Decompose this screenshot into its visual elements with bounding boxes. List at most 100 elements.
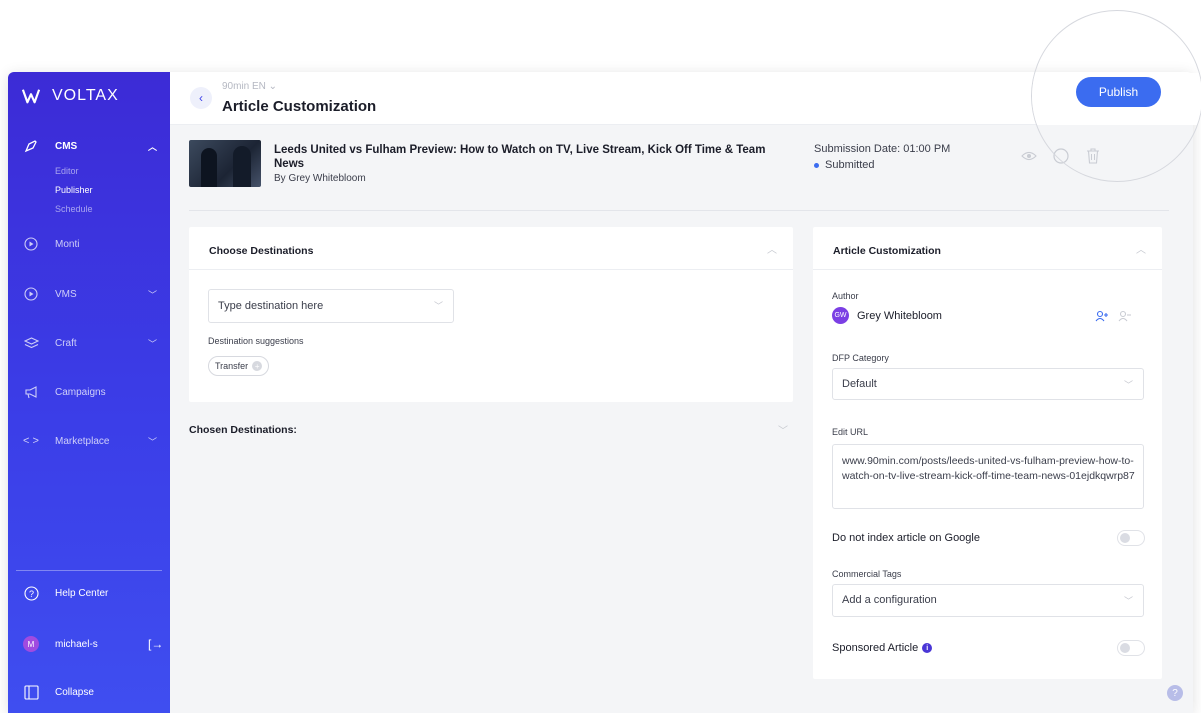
sidebar-sub-schedule[interactable]: Schedule: [55, 204, 93, 214]
info-icon[interactable]: i: [922, 643, 933, 654]
page-title: Article Customization: [222, 98, 377, 115]
code-brackets-icon: < >: [23, 435, 39, 447]
article-author: By Grey Whitebloom: [274, 173, 366, 184]
author-name: Grey Whitebloom: [857, 310, 942, 322]
card-heading: Choose Destinations: [209, 245, 314, 257]
select-value: Default: [842, 378, 877, 390]
sponsored-label: Sponsored Article: [832, 642, 919, 654]
article-actions: [1019, 146, 1103, 166]
dfp-category-select[interactable]: Default ﹀: [832, 368, 1144, 400]
chevron-up-icon[interactable]: ︿: [1136, 241, 1146, 256]
chip-label: Transfer: [215, 361, 249, 371]
chevron-down-icon: ﹀: [148, 338, 158, 349]
commercial-tags-label: Commercial Tags: [832, 569, 902, 579]
sidebar-panel-icon: [23, 684, 39, 700]
article-thumbnail: [189, 140, 261, 187]
divider: [813, 269, 1162, 270]
brand-name: VOLTAX: [52, 87, 119, 104]
divider: [189, 269, 793, 270]
back-button[interactable]: ‹: [190, 87, 212, 109]
sidebar-item-label: Monti: [55, 238, 80, 250]
noindex-toggle[interactable]: [1117, 530, 1145, 546]
suggestions-label: Destination suggestions: [208, 336, 304, 346]
sidebar-help-center[interactable]: ? Help Center: [8, 578, 170, 608]
sidebar-item-campaigns[interactable]: Campaigns: [8, 377, 170, 407]
chevron-down-icon[interactable]: ﹀: [778, 422, 788, 437]
voltax-logo-icon: [22, 89, 40, 104]
remove-author-icon[interactable]: [1118, 309, 1132, 327]
sidebar-item-monti[interactable]: Monti: [8, 229, 170, 259]
preview-button[interactable]: [1034, 92, 1056, 114]
svg-text:?: ?: [28, 589, 33, 599]
sidebar: VOLTAX CMS ︿ Editor Publisher Schedule M…: [8, 72, 170, 713]
status-badge: Submitted: [814, 159, 875, 171]
add-circle-icon[interactable]: +: [252, 361, 263, 371]
brand-logo[interactable]: VOLTAX: [22, 87, 119, 105]
edit-url-label: Edit URL: [832, 427, 869, 437]
play-circle-icon: [23, 236, 39, 252]
sponsored-toggle[interactable]: [1117, 640, 1145, 656]
chosen-destinations-label: Chosen Destinations:: [189, 424, 297, 436]
status-dot-icon: [814, 162, 819, 168]
choose-destinations-card: Choose Destinations ︿ Type destination h…: [189, 227, 793, 402]
author-label: Author: [832, 291, 859, 301]
chevron-up-icon: ︿: [148, 141, 158, 152]
question-circle-icon: ?: [23, 585, 39, 601]
chevron-down-icon: ﹀: [1123, 380, 1133, 390]
pen-nib-icon: [23, 138, 39, 154]
commercial-tags-select[interactable]: Add a configuration ﹀: [832, 584, 1144, 617]
sidebar-sub-publisher[interactable]: Publisher: [55, 185, 93, 195]
megaphone-icon: [23, 384, 39, 400]
logout-icon[interactable]: [→: [148, 637, 163, 651]
chevron-down-icon: ﹀: [148, 289, 158, 300]
chevron-up-icon[interactable]: ︿: [767, 241, 777, 256]
chevron-left-icon: ‹: [199, 91, 203, 105]
sidebar-item-label: Marketplace: [55, 435, 110, 447]
app-window: VOLTAX CMS ︿ Editor Publisher Schedule M…: [8, 72, 1193, 713]
top-bar: ‹ 90min EN ⌄ Article Customization: [170, 72, 1193, 125]
layers-icon: [23, 335, 39, 351]
sidebar-sub-editor[interactable]: Editor: [55, 166, 79, 176]
input-placeholder: Type destination here: [218, 300, 324, 312]
select-placeholder: Add a configuration: [842, 594, 937, 606]
sidebar-divider: [16, 570, 162, 571]
sidebar-item-label: CMS: [55, 140, 78, 152]
sponsored-article-row: Sponsored Article i: [832, 642, 933, 654]
suggestion-chip[interactable]: Transfer +: [208, 356, 270, 376]
avatar: GW: [832, 307, 849, 324]
user-name: michael-s: [55, 638, 98, 650]
avatar: M: [23, 636, 39, 652]
article-summary: Leeds United vs Fulham Preview: How to W…: [189, 138, 1169, 211]
eye-icon[interactable]: [1019, 146, 1039, 166]
article-customization-card: Article Customization ︿ Author GW Grey W…: [813, 227, 1162, 679]
article-title[interactable]: Leeds United vs Fulham Preview: How to W…: [274, 143, 794, 171]
url-text: www.90min.com/posts/leeds-united-vs-fulh…: [842, 455, 1135, 482]
comment-icon[interactable]: [1051, 146, 1071, 166]
sidebar-item-cms[interactable]: CMS ︿: [8, 131, 170, 161]
play-circle-icon: [23, 286, 39, 302]
sidebar-item-craft[interactable]: Craft ﹀: [8, 328, 170, 358]
destination-search-input[interactable]: Type destination here ﹀: [208, 289, 454, 323]
calendar-icon: [1040, 99, 1050, 108]
sidebar-item-marketplace[interactable]: < > Marketplace ﹀: [8, 426, 170, 456]
sidebar-item-label: Craft: [55, 337, 77, 349]
noindex-label: Do not index article on Google: [832, 532, 980, 544]
chevron-down-icon: ﹀: [1123, 596, 1133, 606]
status-text: Submitted: [825, 159, 875, 171]
breadcrumb[interactable]: 90min EN ⌄: [222, 81, 277, 92]
sidebar-user[interactable]: M michael-s [→: [8, 629, 170, 659]
trash-icon[interactable]: [1083, 146, 1103, 166]
card-heading: Article Customization: [833, 245, 941, 257]
help-float-icon[interactable]: ?: [1167, 685, 1183, 701]
sidebar-item-vms[interactable]: VMS ﹀: [8, 279, 170, 309]
publish-button[interactable]: Publish: [1076, 77, 1161, 107]
edit-url-field[interactable]: www.90min.com/posts/leeds-united-vs-fulh…: [832, 444, 1144, 509]
chevron-down-icon: ﹀: [433, 301, 443, 311]
add-author-icon[interactable]: [1095, 309, 1109, 327]
submission-date: Submission Date: 01:00 PM: [814, 143, 951, 155]
sidebar-collapse[interactable]: Collapse: [8, 677, 170, 707]
dfp-category-label: DFP Category: [832, 353, 889, 363]
sidebar-item-label: Campaigns: [55, 386, 106, 398]
sidebar-item-label: VMS: [55, 288, 77, 300]
collapse-label: Collapse: [55, 686, 94, 698]
